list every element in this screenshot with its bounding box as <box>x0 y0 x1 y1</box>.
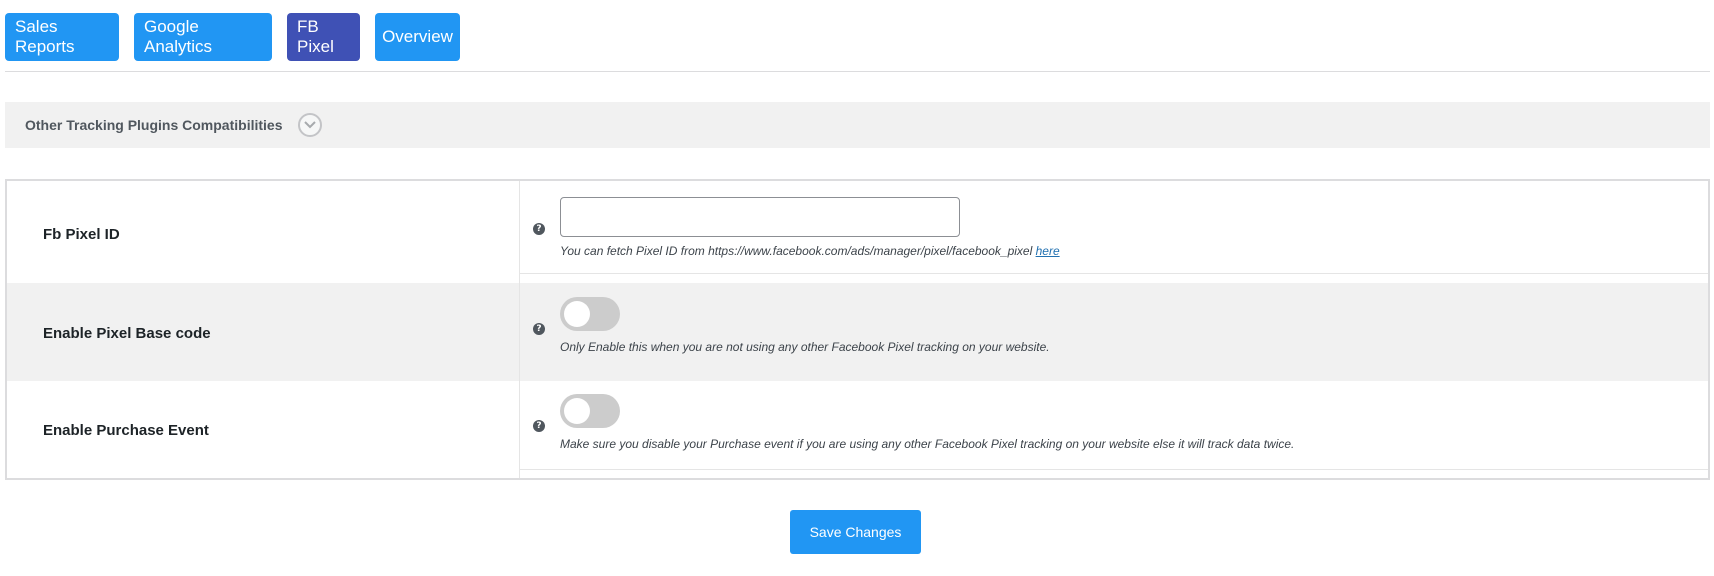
tab-sales-reports[interactable]: Sales Reports <box>5 13 119 61</box>
accordion-title: Other Tracking Plugins Compatibilities <box>25 117 283 133</box>
purchase-event-field: ? Make sure you disable your Purchase ev… <box>519 381 1708 478</box>
purchase-event-toggle[interactable] <box>560 394 620 428</box>
setting-row-pixel-id: Fb Pixel ID ? You can fetch Pixel ID fro… <box>7 181 1708 283</box>
compatibilities-accordion[interactable]: Other Tracking Plugins Compatibilities <box>5 102 1710 148</box>
help-icon[interactable]: ? <box>533 223 545 235</box>
row-divider <box>519 469 1708 470</box>
base-code-description: Only Enable this when you are not using … <box>560 340 1050 354</box>
tabs-divider <box>5 71 1710 72</box>
base-code-field: ? Only Enable this when you are not usin… <box>519 283 1708 381</box>
toggle-knob <box>564 301 590 327</box>
chevron-down-icon[interactable] <box>297 113 322 137</box>
tab-overview[interactable]: Overview <box>375 13 460 61</box>
tab-fb-pixel[interactable]: FB Pixel <box>287 13 360 61</box>
pixel-id-input[interactable] <box>560 197 960 237</box>
base-code-toggle[interactable] <box>560 297 620 331</box>
pixel-id-label: Fb Pixel ID <box>43 226 120 243</box>
setting-row-purchase-event: Enable Purchase Event ? Make sure you di… <box>7 381 1708 478</box>
pixel-id-description-text: You can fetch Pixel ID from https://www.… <box>560 244 1033 258</box>
pixel-id-here-link[interactable]: here <box>1036 244 1060 258</box>
toggle-knob <box>564 398 590 424</box>
row-divider <box>519 273 1708 274</box>
help-icon[interactable]: ? <box>533 323 545 335</box>
pixel-id-description: You can fetch Pixel ID from https://www.… <box>560 244 1060 258</box>
settings-table: Fb Pixel ID ? You can fetch Pixel ID fro… <box>5 179 1710 480</box>
purchase-event-label: Enable Purchase Event <box>43 422 209 439</box>
pixel-id-field: ? You can fetch Pixel ID from https://ww… <box>519 181 1708 283</box>
help-icon[interactable]: ? <box>533 420 545 432</box>
purchase-event-description: Make sure you disable your Purchase even… <box>560 437 1295 451</box>
tab-google-analytics[interactable]: Google Analytics <box>134 13 272 61</box>
setting-row-base-code: Enable Pixel Base code ? Only Enable thi… <box>7 283 1708 381</box>
save-changes-button[interactable]: Save Changes <box>790 510 921 554</box>
base-code-label: Enable Pixel Base code <box>43 325 211 342</box>
tab-bar: Sales Reports Google Analytics FB Pixel … <box>5 13 475 61</box>
